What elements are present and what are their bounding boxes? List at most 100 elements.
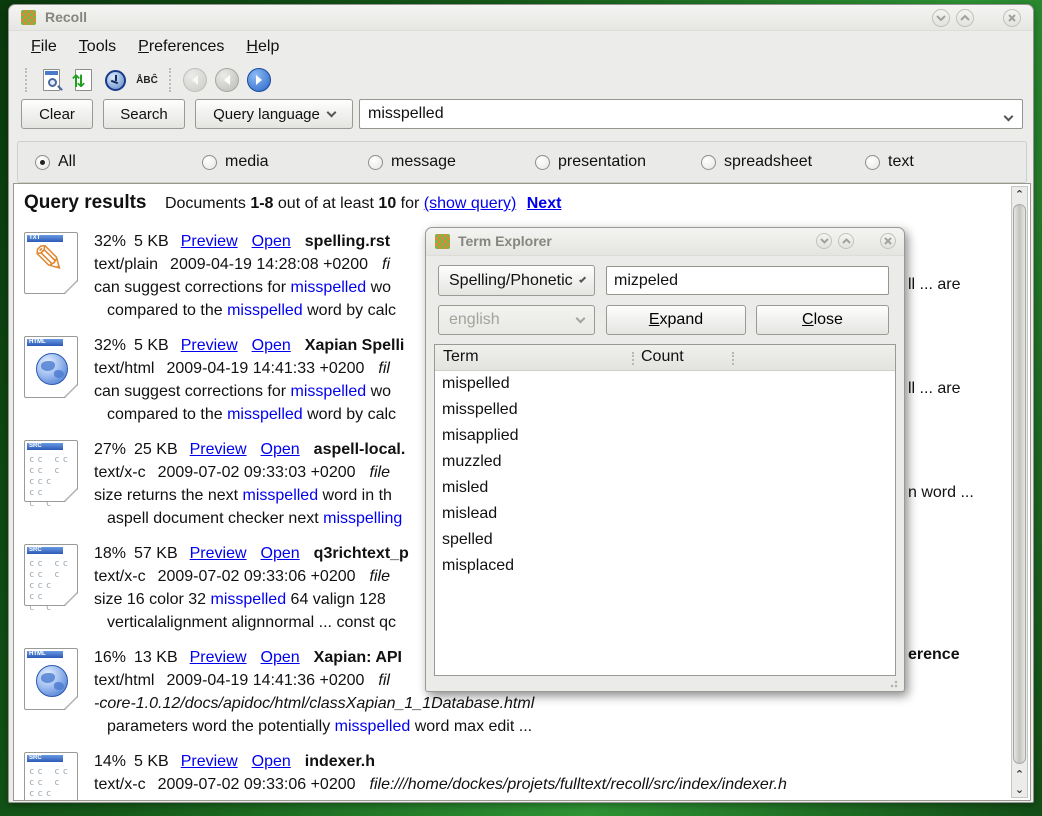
column-header-count[interactable]: Count — [641, 348, 684, 366]
query-language-dropdown[interactable]: Query language — [195, 99, 353, 129]
result-title: Xapian: API — [314, 649, 402, 666]
txt-document-icon: TXT✎ — [24, 232, 78, 294]
preview-link[interactable]: Preview — [181, 753, 238, 770]
shade-button[interactable] — [816, 233, 832, 249]
dialog-title: Term Explorer — [458, 233, 552, 249]
radio-spreadsheet[interactable] — [701, 155, 716, 170]
history-clock-icon — [105, 70, 126, 91]
radio-presentation[interactable] — [535, 155, 550, 170]
close-button[interactable] — [1003, 9, 1021, 27]
shade-button[interactable] — [932, 9, 950, 27]
term-table: Term Count mispelled misspelled misappli… — [434, 344, 896, 676]
term-row[interactable]: spelled — [435, 527, 895, 553]
scrollbar-thumb[interactable] — [1013, 204, 1026, 764]
scroll-up-icon[interactable]: ⌃ — [1012, 768, 1027, 782]
match-term: misspelled — [291, 383, 367, 400]
results-title: Query results — [24, 192, 147, 213]
term-row[interactable]: mispelled — [435, 371, 895, 397]
dialog-titlebar[interactable]: Term Explorer — [426, 228, 904, 256]
nav-first-icon — [183, 68, 207, 92]
results-range: 1-8 — [250, 195, 273, 212]
result-title: indexer.h — [305, 753, 375, 770]
search-combobox[interactable] — [359, 99, 1023, 129]
open-link[interactable]: Open — [261, 441, 300, 458]
menu-file[interactable]: File — [21, 35, 69, 59]
history-button[interactable] — [99, 65, 131, 95]
menu-preferences[interactable]: Preferences — [128, 35, 236, 59]
radio-message[interactable] — [368, 155, 383, 170]
column-separator[interactable] — [732, 352, 734, 365]
open-link[interactable]: Open — [252, 233, 291, 250]
toolbar-handle[interactable] — [25, 68, 29, 92]
term-input-box[interactable] — [606, 266, 889, 295]
src-document-icon: SRCcc cccc cccc ccc c — [24, 440, 78, 502]
term-explorer-button[interactable]: ÅBĈ — [131, 65, 163, 95]
update-index-button[interactable]: ⇅ — [67, 65, 99, 95]
radio-all-label: All — [58, 153, 76, 171]
result-item: SRCcc cccc cccc ccc c 14%5 KBPreviewOpen… — [20, 748, 1008, 801]
nav-next-icon — [247, 68, 271, 92]
maximize-button[interactable] — [956, 9, 974, 27]
close-button[interactable] — [880, 233, 896, 249]
preview-link[interactable]: Preview — [181, 233, 238, 250]
term-row[interactable]: misled — [435, 475, 895, 501]
nav-next-button[interactable] — [243, 65, 275, 95]
result-title: spelling.rst — [305, 233, 390, 250]
preview-link[interactable]: Preview — [190, 649, 247, 666]
open-link[interactable]: Open — [261, 649, 300, 666]
radio-text-label: text — [888, 153, 914, 171]
radio-media-label: media — [225, 153, 269, 171]
term-row[interactable]: muzzled — [435, 449, 895, 475]
term-row[interactable]: misapplied — [435, 423, 895, 449]
search-button[interactable]: Search — [103, 99, 185, 129]
next-page-link[interactable]: Next — [527, 195, 562, 212]
preview-link[interactable]: Preview — [190, 545, 247, 562]
close-dialog-button[interactable]: Close — [756, 305, 889, 335]
close-icon — [1008, 14, 1016, 22]
match-term: misspelling — [323, 510, 402, 527]
open-link[interactable]: Open — [261, 545, 300, 562]
result-text-fragment: ll ... are — [908, 276, 960, 294]
show-query-link[interactable]: (show query) — [424, 195, 516, 212]
term-row[interactable]: mislead — [435, 501, 895, 527]
chevron-down-icon[interactable] — [1004, 112, 1014, 122]
search-input[interactable] — [368, 102, 988, 126]
spellcheck-abc-icon: ÅBĈ — [136, 75, 158, 86]
preview-document-button[interactable] — [35, 65, 67, 95]
clear-button[interactable]: Clear — [21, 99, 93, 129]
term-row[interactable]: misplaced — [435, 553, 895, 579]
column-separator[interactable] — [632, 352, 634, 365]
scroll-down-icon[interactable]: ⌄ — [1012, 783, 1027, 797]
term-table-header[interactable]: Term Count — [435, 345, 895, 371]
preview-link[interactable]: Preview — [190, 441, 247, 458]
expand-button[interactable]: Expand — [606, 305, 746, 335]
open-link[interactable]: Open — [252, 337, 291, 354]
html-document-icon: HTML — [24, 336, 78, 398]
menu-tools[interactable]: Tools — [69, 35, 128, 59]
menu-help[interactable]: Help — [236, 35, 291, 59]
open-link[interactable]: Open — [252, 753, 291, 770]
match-term: misspelled — [243, 487, 319, 504]
radio-message-label: message — [391, 153, 456, 171]
radio-presentation-label: presentation — [558, 153, 646, 171]
nav-first-button — [179, 65, 211, 95]
term-input[interactable] — [614, 269, 879, 292]
resize-grip[interactable] — [890, 678, 900, 688]
src-document-icon: SRCcc cccc cccc ccc c — [24, 752, 78, 801]
column-header-term[interactable]: Term — [443, 348, 479, 366]
radio-text[interactable] — [865, 155, 880, 170]
titlebar[interactable]: Recoll — [9, 5, 1033, 31]
radio-all[interactable] — [35, 155, 50, 170]
results-scrollbar[interactable]: ⌃ ⌃ ⌄ — [1011, 186, 1028, 798]
recoll-app-icon — [21, 10, 36, 25]
toolbar: ⇅ ÅBĈ — [9, 62, 1033, 98]
result-title: Xapian Spelli — [305, 337, 405, 354]
expansion-mode-select[interactable]: Spelling/Phonetic — [438, 265, 595, 296]
src-document-icon: SRCcc cccc cccc ccc c — [24, 544, 78, 606]
scroll-up-icon[interactable]: ⌃ — [1012, 188, 1027, 202]
preview-link[interactable]: Preview — [181, 337, 238, 354]
result-title: q3richtext_p — [314, 545, 409, 562]
term-row[interactable]: misspelled — [435, 397, 895, 423]
radio-media[interactable] — [202, 155, 217, 170]
maximize-button[interactable] — [838, 233, 854, 249]
